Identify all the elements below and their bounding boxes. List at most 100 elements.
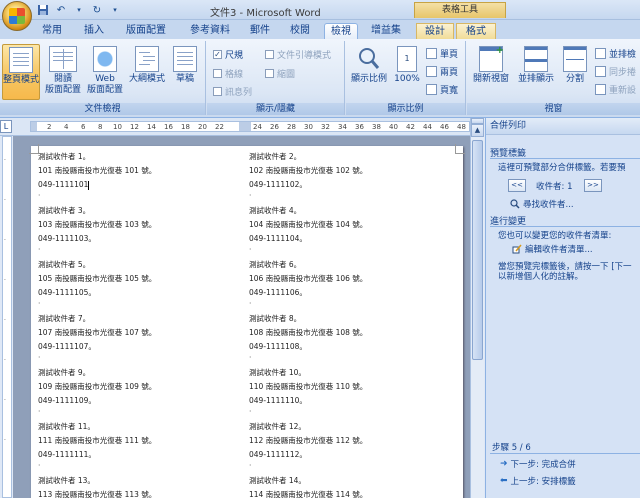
print-layout-button[interactable]: 整頁模式 bbox=[2, 44, 40, 100]
draft-button[interactable]: 草稿 bbox=[168, 44, 202, 100]
zoom-button[interactable]: 顯示比例 bbox=[348, 44, 390, 100]
redo-icon[interactable]: ↻ bbox=[90, 3, 104, 17]
web-layout-button[interactable]: Web 版面配置 bbox=[86, 44, 124, 100]
label-cell[interactable]: 測試收件者 7。 107 南投縣南投市光復巷 107 號。 049-111110… bbox=[38, 312, 156, 364]
office-button[interactable] bbox=[2, 1, 32, 31]
find-recipient-link[interactable]: 尋找收件者... bbox=[510, 198, 574, 210]
label-cell[interactable]: 測試收件者 10。 110 南投縣南投市光復巷 110 號。 049-11111… bbox=[249, 366, 367, 418]
outline-button[interactable]: 大綱模式 bbox=[126, 44, 168, 100]
group-show-hide: ✓ 尺規 文件引導模式 格線 縮圖 訊息列 顯示/隱藏 bbox=[207, 41, 345, 115]
tab-references[interactable]: 參考資料 bbox=[184, 23, 236, 39]
web-layout-icon bbox=[93, 46, 117, 72]
save-icon[interactable] bbox=[36, 3, 50, 17]
find-recipient-icon bbox=[510, 199, 520, 209]
thumbnails-checkbox[interactable]: 縮圖 bbox=[265, 67, 295, 80]
vertical-scrollbar[interactable]: ▲ bbox=[470, 118, 484, 498]
magnifier-icon bbox=[357, 46, 381, 72]
window-title: 文件3 - Microsoft Word bbox=[210, 8, 321, 19]
crop-mark bbox=[455, 144, 465, 154]
label-cell[interactable]: 測試收件者 13。 113 南投縣南投市光復巷 113 號。 bbox=[38, 474, 156, 498]
split-icon bbox=[563, 46, 587, 72]
arrow-right-icon: ➜ bbox=[500, 459, 508, 469]
zoom-100-icon: 1 bbox=[397, 46, 417, 72]
group-label-document-views: 文件檢視 bbox=[0, 103, 205, 115]
draft-icon bbox=[173, 46, 197, 72]
label-cell[interactable]: 測試收件者 4。 104 南投縣南投市光復巷 104 號。 049-111110… bbox=[249, 204, 367, 256]
label-cell[interactable]: 測試收件者 8。 108 南投縣南投市光復巷 108 號。 049-111110… bbox=[249, 312, 367, 364]
new-window-button[interactable]: + 開新視窗 bbox=[471, 44, 511, 100]
split-button[interactable]: 分割 bbox=[559, 44, 591, 100]
tab-addins[interactable]: 增益集 bbox=[366, 23, 406, 39]
label-cell[interactable]: 測試收件者 3。 103 南投縣南投市光復巷 103 號。 049-111110… bbox=[38, 204, 156, 256]
label-cell[interactable]: 測試收件者 5。 105 南投縣南投市光復巷 105 號。 049-111110… bbox=[38, 258, 156, 310]
arrow-left-icon: ⬅ bbox=[500, 476, 508, 486]
document-page[interactable]: 測試收件者 1。 101 南投縣南投市光復巷 101 號。 049-111110… bbox=[29, 144, 465, 498]
two-pages-button[interactable]: 兩頁 bbox=[426, 65, 458, 78]
customize-qat-icon[interactable]: ▾ bbox=[108, 3, 122, 17]
label-cell[interactable]: 測試收件者 6。 106 南投縣南投市光復巷 106 號。 049-111110… bbox=[249, 258, 367, 310]
tab-review[interactable]: 校閱 bbox=[286, 23, 314, 39]
document-map-checkbox[interactable]: 文件引導模式 bbox=[265, 48, 331, 61]
reset-position-icon bbox=[595, 84, 606, 95]
pane-title: 合併列印 bbox=[486, 118, 640, 135]
quick-access-toolbar: ↶ ▾ ↻ ▾ bbox=[36, 3, 122, 17]
edit-recipient-list-link[interactable]: 編輯收件者清單... bbox=[512, 243, 593, 255]
label-cell[interactable]: 測試收件者 14。 114 南投縣南投市光復巷 114 號。 bbox=[249, 474, 367, 498]
label-cell[interactable]: 測試收件者 1。 101 南投縣南投市光復巷 101 號。 049-111110… bbox=[38, 150, 156, 202]
dropdown-arrow-icon[interactable]: ▾ bbox=[72, 3, 86, 17]
one-page-button[interactable]: 單頁 bbox=[426, 47, 458, 60]
mail-merge-pane: 合併列印 預覽標籤 這裡可預覽部分合併標籤。若要預 << 收件者: 1 >> 尋… bbox=[485, 118, 640, 498]
outline-icon bbox=[135, 46, 159, 72]
vertical-ruler[interactable]: · · · · · · · · bbox=[2, 136, 12, 498]
arrange-all-button[interactable]: 並排顯示 bbox=[515, 44, 557, 100]
group-zoom: 顯示比例 1 100% 單頁 兩頁 頁寬 顯示比例 bbox=[346, 41, 466, 115]
checkmark-icon: ✓ bbox=[213, 50, 222, 59]
view-side-by-side-button[interactable]: 並排檢 bbox=[595, 47, 636, 60]
tab-insert[interactable]: 插入 bbox=[80, 23, 108, 39]
title-bar: ↶ ▾ ↻ ▾ 文件3 - Microsoft Word 表格工具 bbox=[0, 0, 640, 20]
edit-list-icon bbox=[512, 244, 522, 254]
ribbon: 整頁模式 閱讀 版面配置 Web 版面配置 大綱模式 草稿 文件檢視 ✓ 尺規 文… bbox=[0, 39, 640, 118]
tab-page-layout[interactable]: 版面配置 bbox=[120, 23, 172, 39]
wizard-step-indicator: 步驟 5 / 6 bbox=[492, 443, 531, 453]
zoom-100-button[interactable]: 1 100% bbox=[392, 44, 422, 100]
next-recipient-button[interactable]: >> bbox=[584, 179, 602, 192]
tab-design[interactable]: 設計 bbox=[416, 23, 454, 39]
reset-window-position-button[interactable]: 重新設 bbox=[595, 83, 636, 96]
label-cell[interactable]: 測試收件者 9。 109 南投縣南投市光復巷 109 號。 049-111110… bbox=[38, 366, 156, 418]
full-screen-reading-button[interactable]: 閱讀 版面配置 bbox=[44, 44, 82, 100]
undo-icon[interactable]: ↶ bbox=[54, 3, 68, 17]
document-area: 測試收件者 1。 101 南投縣南投市光復巷 101 號。 049-111110… bbox=[13, 136, 470, 498]
sync-scroll-icon bbox=[595, 66, 606, 77]
gridlines-checkbox[interactable]: 格線 bbox=[213, 67, 243, 80]
table-tools-header: 表格工具 bbox=[414, 2, 506, 18]
ruler-bar: L 2 4 6 8 10 12 14 16 18 20 22 24 26 28 … bbox=[0, 118, 472, 136]
text-cursor bbox=[88, 180, 90, 190]
side-by-side-icon bbox=[595, 48, 606, 59]
ruler-checkbox[interactable]: ✓ 尺規 bbox=[213, 48, 243, 61]
new-window-icon: + bbox=[479, 45, 504, 72]
label-cell[interactable]: 測試收件者 12。 112 南投縣南投市光復巷 112 號。 049-11111… bbox=[249, 420, 367, 472]
label-cell[interactable]: 測試收件者 2。 102 南投縣南投市光復巷 102 號。 049-111110… bbox=[249, 150, 367, 202]
label-cell[interactable]: 測試收件者 11。 111 南投縣南投市光復巷 111 號。 049-11111… bbox=[38, 420, 156, 472]
next-step-link[interactable]: ➜ 下一步: 完成合併 bbox=[500, 458, 576, 470]
tab-view[interactable]: 檢視 bbox=[324, 23, 358, 39]
group-label-show-hide: 顯示/隱藏 bbox=[207, 103, 344, 115]
previous-step-link[interactable]: ⬅ 上一步: 安排標籤 bbox=[500, 475, 576, 487]
tab-home[interactable]: 常用 bbox=[38, 23, 66, 39]
tab-selector[interactable]: L bbox=[0, 120, 12, 133]
group-document-views: 整頁模式 閱讀 版面配置 Web 版面配置 大綱模式 草稿 文件檢視 bbox=[0, 41, 206, 115]
tab-format[interactable]: 格式 bbox=[456, 23, 496, 39]
scroll-thumb[interactable] bbox=[472, 140, 483, 360]
group-window: + 開新視窗 並排顯示 分割 並排檢 同步捲 重新設 視窗 bbox=[467, 41, 640, 115]
page-width-button[interactable]: 頁寬 bbox=[426, 83, 458, 96]
tab-mailings[interactable]: 郵件 bbox=[246, 23, 274, 39]
sync-scrolling-button[interactable]: 同步捲 bbox=[595, 65, 636, 78]
scroll-up-arrow-icon[interactable]: ▲ bbox=[471, 124, 484, 137]
reading-layout-icon bbox=[49, 46, 77, 72]
previous-recipient-button[interactable]: << bbox=[508, 179, 526, 192]
message-bar-checkbox[interactable]: 訊息列 bbox=[213, 85, 252, 98]
ribbon-tabs: 常用 插入 版面配置 參考資料 郵件 校閱 檢視 增益集 設計 格式 bbox=[0, 20, 640, 39]
office-logo-icon bbox=[9, 8, 25, 24]
horizontal-ruler[interactable]: 2 4 6 8 10 12 14 16 18 20 22 24 26 28 30… bbox=[30, 121, 470, 132]
